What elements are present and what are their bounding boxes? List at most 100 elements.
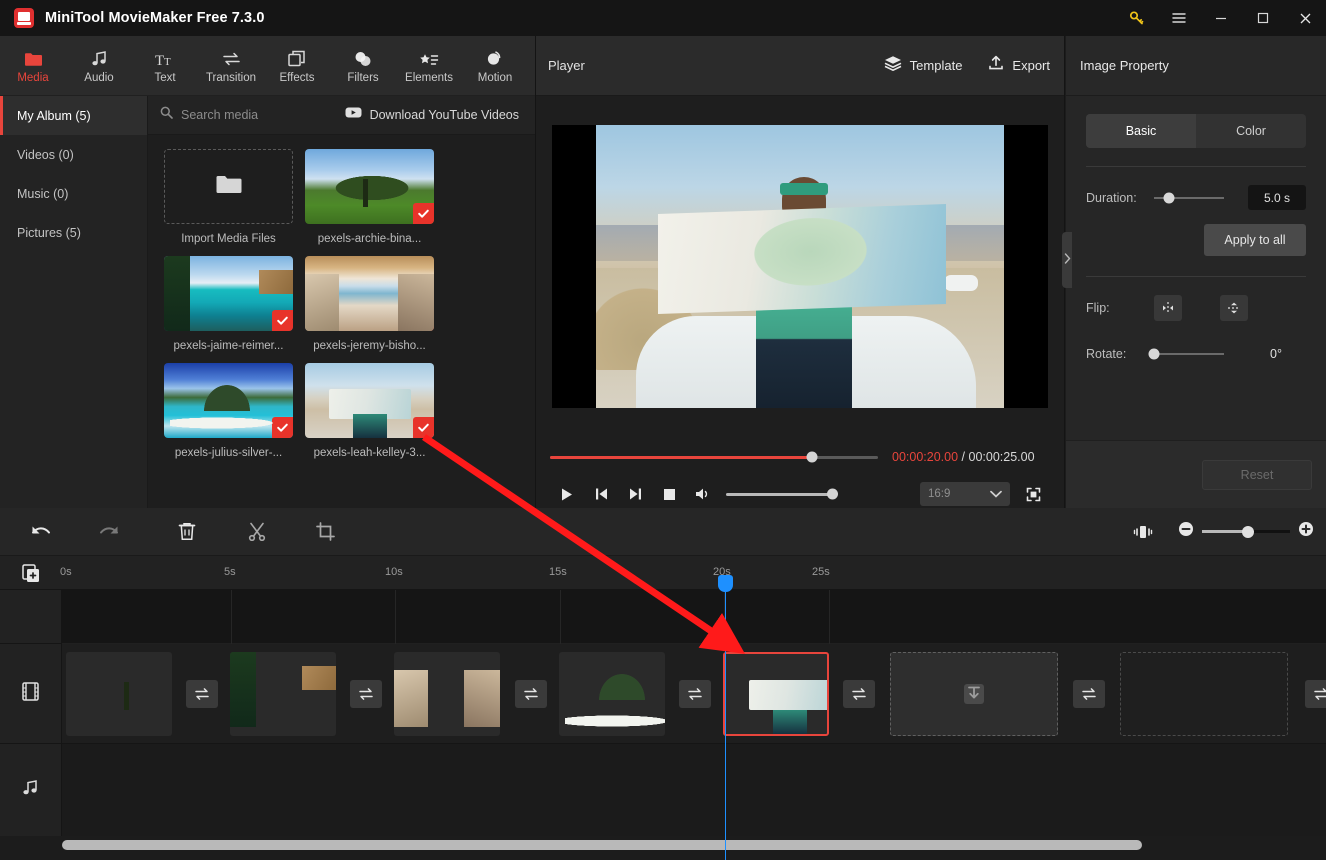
track-header-audio[interactable] [0,744,62,836]
transition-swap-icon[interactable] [350,680,382,708]
selected-check-icon[interactable] [413,310,434,331]
media-item[interactable]: pexels-archie-bina... [305,149,434,245]
sidebar-item-music[interactable]: Music (0) [0,174,147,213]
aspect-ratio-select[interactable]: 16:9 [920,482,1010,506]
flip-vertical-icon[interactable] [1220,295,1248,321]
seek-handle[interactable] [806,451,818,463]
selected-check-icon[interactable] [413,417,434,438]
redo-button[interactable] [82,508,136,556]
key-icon[interactable] [1116,0,1158,36]
duration-value[interactable]: 5.0 s [1248,185,1306,210]
volume-icon[interactable] [686,479,720,509]
overlay-track-lane[interactable] [62,590,1326,644]
sidebar-item-videos[interactable]: Videos (0) [0,135,147,174]
search-input[interactable]: Search media [160,106,258,124]
selected-check-icon[interactable] [272,310,293,331]
tab-motion[interactable]: Motion [462,37,528,95]
playhead[interactable] [718,575,733,860]
media-thumbnail[interactable] [164,256,293,331]
hamburger-menu-icon[interactable] [1158,0,1200,36]
import-media-files-button[interactable] [164,149,293,224]
close-icon[interactable] [1284,0,1326,36]
duration-slider[interactable] [1154,192,1224,203]
media-item[interactable]: pexels-jaime-reimer... [164,256,293,352]
tab-effects[interactable]: Effects [264,37,330,95]
sidebar-item-my-album[interactable]: My Album (5) [0,96,147,135]
tab-media[interactable]: Media [0,37,66,95]
add-media-placeholder[interactable] [890,652,1058,736]
rotate-handle[interactable] [1148,348,1160,360]
playhead-handle[interactable] [718,575,733,592]
tab-transition[interactable]: Transition [198,37,264,95]
export-button[interactable]: Export [988,55,1050,76]
tab-filters[interactable]: Filters [330,37,396,95]
media-item[interactable]: pexels-jeremy-bisho... [305,256,434,352]
add-track-icon[interactable] [18,562,44,584]
volume-slider[interactable] [726,488,838,500]
player-controls: 00:00:20.00 / 00:00:25.00 16:9 [536,436,1064,506]
tab-color[interactable]: Color [1196,114,1306,148]
divider [1086,276,1306,277]
tab-basic[interactable]: Basic [1086,114,1196,148]
zoom-out-icon[interactable] [1178,521,1194,542]
next-frame-icon[interactable] [618,479,652,509]
media-thumbnail[interactable] [305,149,434,224]
media-thumbnail[interactable] [305,363,434,438]
import-media-cell[interactable]: Import Media Files [164,149,293,245]
scrollbar-thumb[interactable] [62,840,1142,850]
timeline-clip[interactable] [230,652,336,736]
duration-handle[interactable] [1163,192,1175,203]
video-track-lane[interactable] [62,644,1326,744]
timeline-clip[interactable] [394,652,500,736]
track-header-video[interactable] [0,644,62,744]
timeline-zoom-slider[interactable] [1202,525,1290,538]
media-item[interactable]: pexels-julius-silver-... [164,363,293,459]
apply-to-all-button[interactable]: Apply to all [1204,224,1306,256]
zoom-handle[interactable] [1241,525,1254,538]
rotate-slider[interactable] [1148,348,1224,360]
zoom-in-icon[interactable] [1298,521,1314,542]
video-preview[interactable] [552,124,1048,408]
volume-handle[interactable] [827,488,838,500]
ruler-tick: 5s [224,566,236,578]
tab-audio[interactable]: Audio [66,37,132,95]
undo-button[interactable] [14,508,68,556]
crop-button[interactable] [298,508,352,556]
transition-swap-icon[interactable] [1305,680,1326,708]
selected-check-icon[interactable] [272,417,293,438]
panel-collapse-handle[interactable] [1062,232,1072,288]
timeline-clip[interactable] [559,652,665,736]
flip-horizontal-icon[interactable] [1154,295,1182,321]
sidebar-item-pictures[interactable]: Pictures (5) [0,213,147,252]
transition-swap-icon[interactable] [1073,680,1105,708]
timeline-horizontal-scrollbar[interactable] [62,840,1316,850]
minimize-icon[interactable] [1200,0,1242,36]
tab-elements[interactable]: Elements [396,37,462,95]
timeline-clip[interactable] [66,652,172,736]
media-thumbnail[interactable] [164,363,293,438]
fullscreen-icon[interactable] [1016,479,1050,509]
add-media-placeholder[interactable] [1120,652,1288,736]
audio-track-lane[interactable] [62,744,1326,836]
transition-swap-icon[interactable] [515,680,547,708]
media-item[interactable]: pexels-leah-kelley-3... [305,363,434,459]
template-button[interactable]: Template [884,55,962,76]
tab-text[interactable]: TT Text [132,37,198,95]
transition-swap-icon[interactable] [843,680,875,708]
timeline-ruler[interactable]: 0s 5s 10s 15s 20s 25s [0,556,1326,590]
seek-slider[interactable] [550,451,878,463]
media-thumbnail[interactable] [305,256,434,331]
transition-swap-icon[interactable] [679,680,711,708]
stop-icon[interactable] [652,479,686,509]
download-youtube-button[interactable]: Download YouTube Videos [345,106,519,124]
split-button[interactable] [230,508,284,556]
play-icon[interactable] [550,479,584,509]
delete-button[interactable] [160,508,214,556]
transition-swap-icon[interactable] [186,680,218,708]
timeline-clip-selected[interactable] [723,652,829,736]
previous-frame-icon[interactable] [584,479,618,509]
reset-button[interactable]: Reset [1202,459,1312,490]
maximize-icon[interactable] [1242,0,1284,36]
selected-check-icon[interactable] [413,203,434,224]
fit-to-screen-icon[interactable] [1116,508,1170,556]
